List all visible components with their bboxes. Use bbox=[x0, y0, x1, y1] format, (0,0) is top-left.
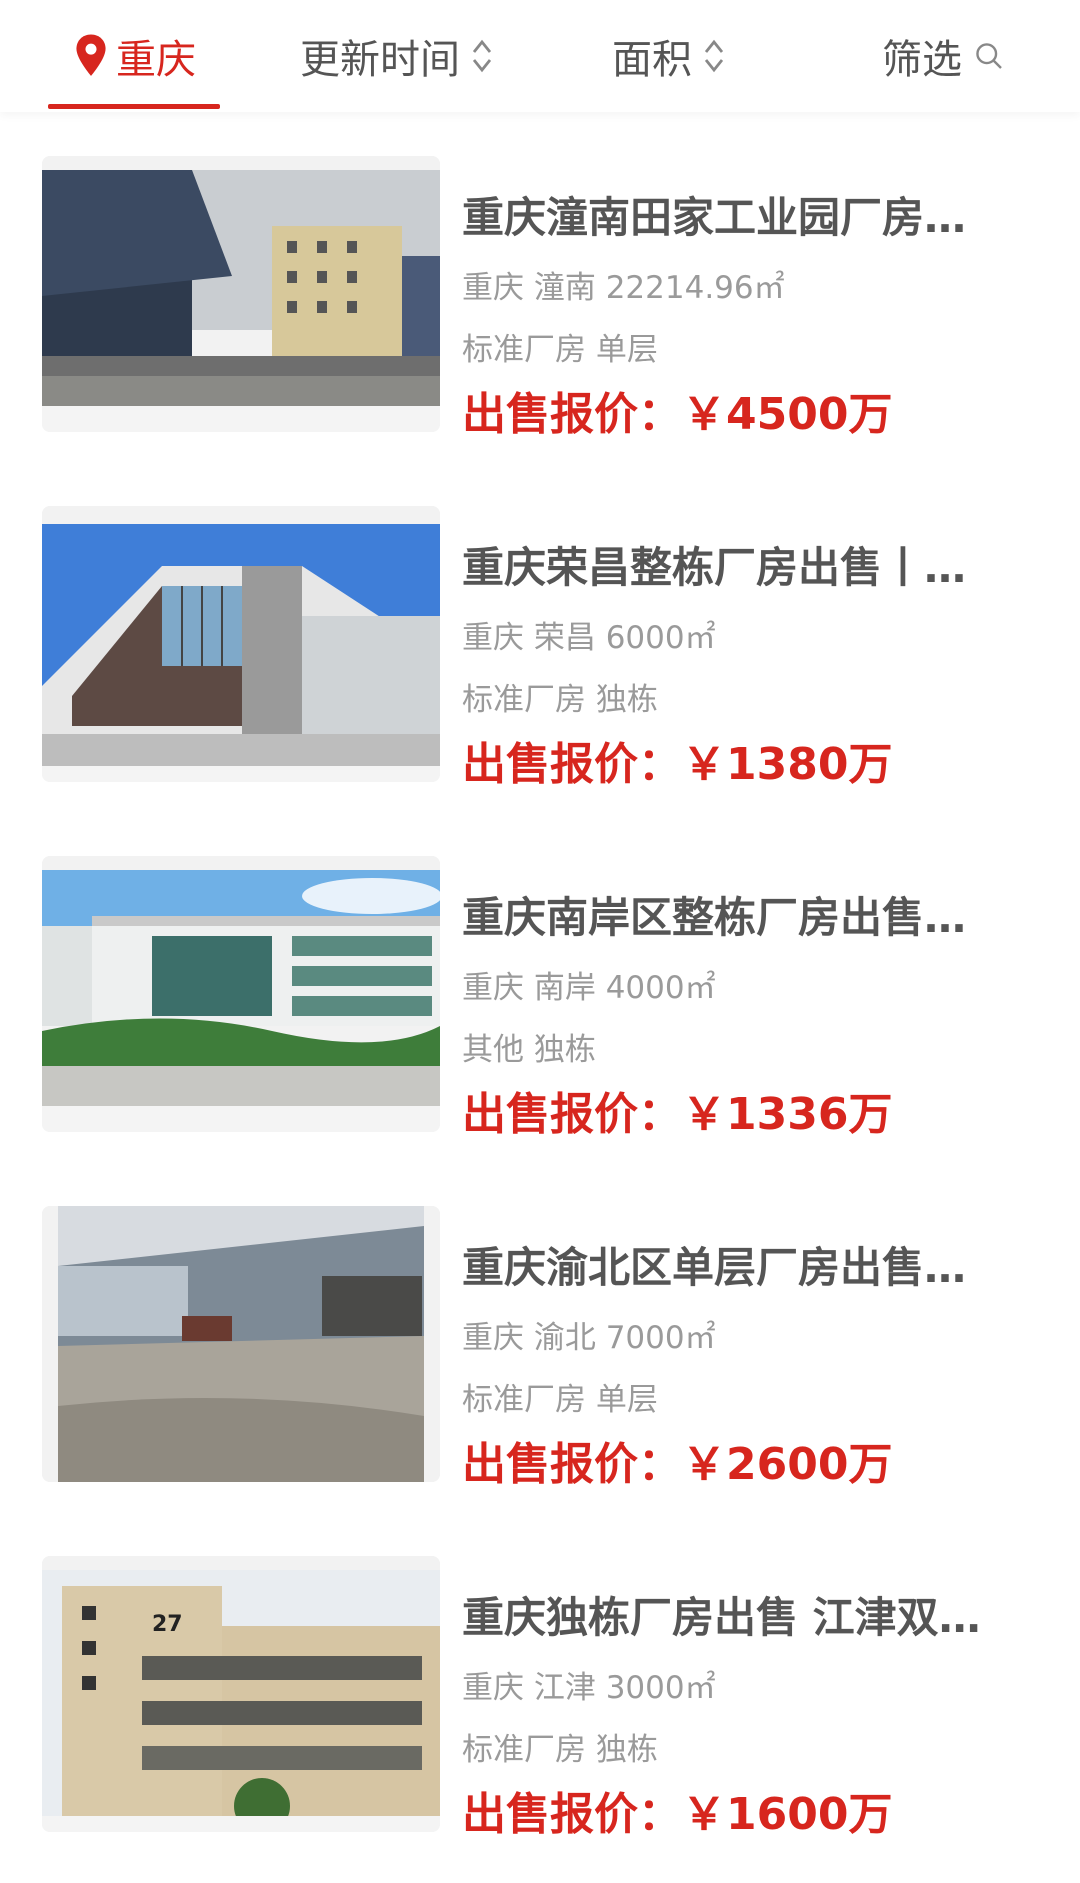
listing-photo-office-building bbox=[42, 856, 440, 1132]
listing-price: 出售报价：￥2600万 bbox=[462, 1439, 893, 1490]
listing-price: 出售报价：￥1600万 bbox=[462, 1789, 893, 1840]
screen-filter-button[interactable]: 筛选 bbox=[882, 26, 1004, 86]
area-label: 面积 bbox=[612, 37, 692, 83]
sort-by-update-time-button[interactable]: 更新时间 bbox=[300, 26, 494, 86]
filter-bar: 重庆 更新时间 面积 筛选 bbox=[0, 0, 1080, 112]
listing-card[interactable]: 重庆潼南田家工业园厂房… 重庆 潼南 22214.96㎡ 标准厂房 单层 出售报… bbox=[0, 156, 1080, 440]
sort-updown-icon bbox=[472, 39, 492, 73]
listing-price: 出售报价：￥4500万 bbox=[462, 389, 893, 440]
building-number-label: 27 bbox=[152, 1612, 183, 1637]
listing-tags: 标准厂房 独栋 bbox=[462, 1732, 658, 1768]
sort-updown-icon bbox=[704, 39, 724, 73]
search-icon bbox=[976, 43, 1002, 69]
listing-photo-modern-factory bbox=[42, 506, 440, 782]
listing-location-area: 重庆 潼南 22214.96㎡ bbox=[462, 270, 785, 306]
listing-price: 出售报价：￥1336万 bbox=[462, 1089, 893, 1140]
listing-photo-warehouse-interior bbox=[42, 1206, 440, 1482]
listing-title: 重庆独栋厂房出售 江津双… bbox=[462, 1593, 981, 1642]
listing-location-area: 重庆 江津 3000㎡ bbox=[462, 1670, 716, 1706]
listing-card[interactable]: 重庆南岸区整栋厂房出售… 重庆 南岸 4000㎡ 其他 独栋 出售报价：￥133… bbox=[0, 856, 1080, 1140]
listing-tags: 标准厂房 单层 bbox=[462, 332, 658, 368]
city-filter-label: 重庆 bbox=[116, 37, 196, 83]
screen-filter-label: 筛选 bbox=[882, 37, 962, 83]
listing-card[interactable]: 重庆渝北区单层厂房出售… 重庆 渝北 7000㎡ 标准厂房 单层 出售报价：￥2… bbox=[0, 1206, 1080, 1490]
listing-price: 出售报价：￥1380万 bbox=[462, 739, 893, 790]
listing-title: 重庆潼南田家工业园厂房… bbox=[462, 193, 967, 242]
listing-location-area: 重庆 南岸 4000㎡ bbox=[462, 970, 716, 1006]
listing-photo-building-27: 27 bbox=[42, 1556, 440, 1832]
listing-location-area: 重庆 渝北 7000㎡ bbox=[462, 1320, 716, 1356]
update-time-label: 更新时间 bbox=[300, 37, 460, 83]
listing-card[interactable]: 27 重庆独栋厂房出售 江津双… 重庆 江津 3000㎡ 标准厂房 独栋 出售报… bbox=[0, 1556, 1080, 1840]
listing-title: 重庆荣昌整栋厂房出售丨… bbox=[462, 543, 967, 592]
listing-card[interactable]: 重庆荣昌整栋厂房出售丨… 重庆 荣昌 6000㎡ 标准厂房 独栋 出售报价：￥1… bbox=[0, 506, 1080, 790]
listing-tags: 其他 独栋 bbox=[462, 1032, 596, 1068]
listing-title: 重庆南岸区整栋厂房出售… bbox=[462, 893, 967, 942]
listing-photo-factory-park bbox=[42, 156, 440, 432]
listing-title: 重庆渝北区单层厂房出售… bbox=[462, 1243, 967, 1292]
location-pin-icon bbox=[76, 34, 106, 76]
listing-tags: 标准厂房 独栋 bbox=[462, 682, 658, 718]
listing-tags: 标准厂房 单层 bbox=[462, 1382, 658, 1418]
listing-location-area: 重庆 荣昌 6000㎡ bbox=[462, 620, 716, 656]
active-tab-indicator bbox=[48, 104, 220, 109]
city-filter-button[interactable]: 重庆 bbox=[72, 26, 196, 86]
sort-by-area-button[interactable]: 面积 bbox=[612, 26, 726, 86]
